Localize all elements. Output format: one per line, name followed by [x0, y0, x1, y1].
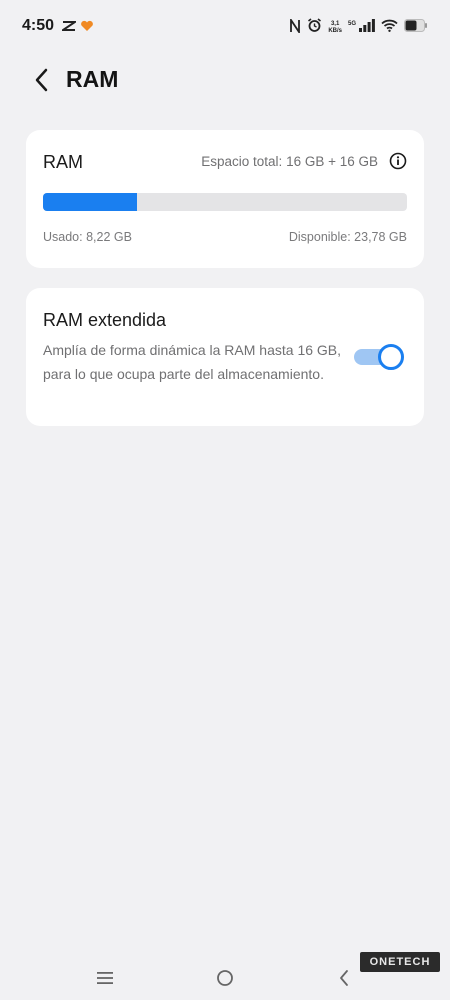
ram-used-label: Usado: 8,22 GB	[43, 230, 132, 244]
heart-icon	[80, 19, 94, 37]
status-left-icons	[59, 19, 94, 37]
chevron-left-icon	[35, 68, 48, 92]
home-icon	[217, 970, 233, 986]
ram-available-label: Disponible: 23,78 GB	[288, 230, 407, 244]
speed-unit: KB/s	[328, 28, 342, 34]
header: RAM	[0, 60, 450, 100]
alarm-icon	[307, 18, 322, 38]
battery-icon	[404, 19, 428, 37]
nfc-icon	[289, 16, 301, 38]
extended-ram-description: Amplía de forma dinámica la RAM hasta 16…	[43, 342, 342, 382]
nav-menu-button[interactable]	[92, 965, 118, 991]
extended-ram-card[interactable]: RAM extendida Amplía de forma dinámica l…	[26, 288, 424, 426]
back-button[interactable]	[28, 66, 56, 94]
toggle-knob	[378, 344, 404, 370]
page-title: RAM	[66, 66, 119, 92]
back-icon	[340, 970, 348, 986]
nav-back-button[interactable]	[331, 965, 357, 991]
status-right-icons: 3,1 KB/s 5G	[289, 16, 428, 38]
ram-usage-bar-fill	[43, 193, 137, 211]
ram-usage-bar	[43, 193, 407, 211]
status-bar: 4:50 3,1 KB/s 5G	[0, 0, 450, 54]
status-time: 4:50	[22, 17, 55, 34]
signal-icon	[359, 19, 375, 37]
speed-value: 3,1	[330, 21, 340, 27]
extended-ram-title: RAM extendida	[43, 310, 167, 330]
ram-total-label: Espacio total: 16 GB + 16 GB	[201, 154, 378, 169]
extended-ram-toggle[interactable]	[354, 344, 404, 370]
network-label: 5G	[347, 21, 356, 27]
nav-home-button[interactable]	[212, 965, 238, 991]
ram-card-title: RAM	[43, 152, 83, 172]
menu-icon	[97, 972, 113, 984]
ram-info-card: RAM Espacio total: 16 GB + 16 GB Usado: …	[26, 130, 424, 268]
wifi-icon	[381, 19, 398, 37]
network-speed: 3,1 KB/s	[328, 21, 342, 35]
info-icon[interactable]	[389, 152, 407, 170]
watermark: ONETECH	[360, 952, 440, 972]
capcut-icon	[59, 19, 79, 37]
